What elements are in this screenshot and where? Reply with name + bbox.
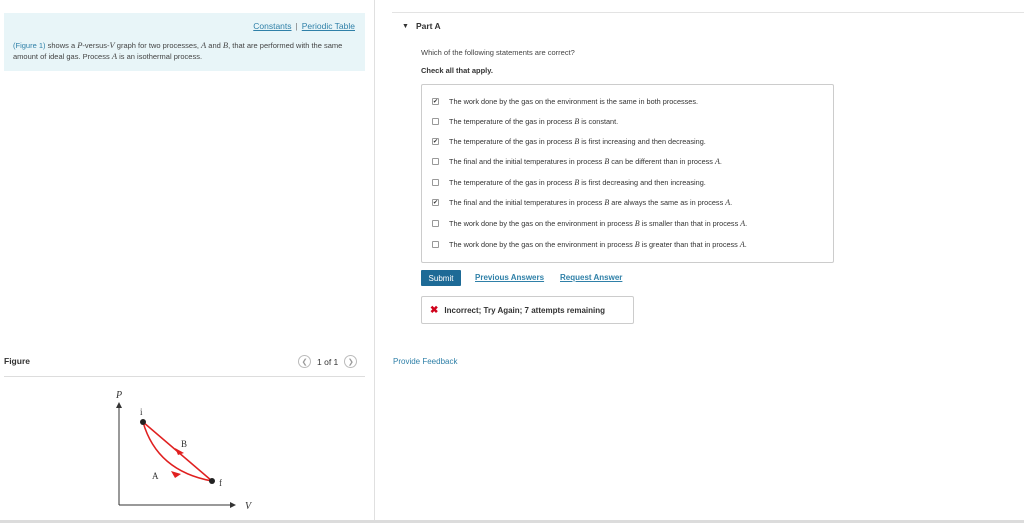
check-all-instruction: Check all that apply. xyxy=(421,66,493,75)
option-label: The temperature of the gas in process B … xyxy=(449,117,619,126)
left-panel: Constants | Periodic Table (Figure 1) show… xyxy=(0,0,374,523)
process-a-label: A xyxy=(152,471,159,481)
part-divider xyxy=(392,12,1024,13)
process-b-label: B xyxy=(181,439,187,449)
request-answer-link[interactable]: Request Answer xyxy=(560,273,622,282)
collapse-caret-icon[interactable]: ▼ xyxy=(402,23,409,30)
intro-text: (Figure 1) shows a P-versus-V graph for … xyxy=(13,40,358,62)
option-label: The final and the initial temperatures i… xyxy=(449,157,722,166)
option-label: The work done by the gas on the environm… xyxy=(449,240,747,249)
option-checkbox[interactable]: ✔ xyxy=(432,98,439,105)
error-x-icon: ✖ xyxy=(430,304,439,316)
process-a-arrow xyxy=(171,471,181,478)
pv-graph: P V i f B A xyxy=(115,390,253,512)
option-item[interactable]: The final and the initial temperatures i… xyxy=(432,157,722,166)
figure-header: Figure xyxy=(4,356,30,366)
provide-feedback-link[interactable]: Provide Feedback xyxy=(393,357,457,366)
option-label: The work done by the gas on the environm… xyxy=(449,97,699,106)
panel-divider xyxy=(374,0,375,523)
feedback-message: ✖ Incorrect; Try Again; 7 attempts remai… xyxy=(421,296,634,324)
pager-text: 1 of 1 xyxy=(317,356,339,367)
option-item[interactable]: ✔ The temperature of the gas in process … xyxy=(432,137,706,146)
figure-link[interactable]: (Figure 1) xyxy=(13,41,46,50)
option-label: The temperature of the gas in process B … xyxy=(449,137,706,146)
option-checkbox[interactable]: ✔ xyxy=(432,199,439,206)
answer-options: ✔ The work done by the gas on the enviro… xyxy=(421,84,834,263)
next-figure-button[interactable]: ❯ xyxy=(344,355,358,368)
part-title: Part A xyxy=(415,21,441,31)
option-checkbox[interactable] xyxy=(432,220,439,227)
figure-divider xyxy=(4,376,365,377)
option-checkbox[interactable] xyxy=(432,118,439,125)
intro-seg: graph for two processes, xyxy=(114,41,201,50)
reference-links: Constants | Periodic Table xyxy=(253,21,355,31)
prev-figure-button[interactable]: ❮ xyxy=(298,355,311,368)
intro-seg: and xyxy=(206,41,223,50)
intro-seg: -versus- xyxy=(82,41,110,50)
option-item[interactable]: ✔ The work done by the gas on the enviro… xyxy=(432,97,698,106)
feedback-text: Incorrect; Try Again; 7 attempts remaini… xyxy=(444,305,606,315)
submit-button[interactable]: Submit xyxy=(421,270,461,286)
option-item[interactable]: The temperature of the gas in process B … xyxy=(432,117,618,126)
option-label: The work done by the gas on the environm… xyxy=(449,219,748,228)
p-axis-label: P xyxy=(115,390,122,401)
final-label: f xyxy=(219,478,222,488)
option-item[interactable]: ✔ The final and the initial temperatures… xyxy=(432,198,732,207)
part-a-header[interactable]: ▼ Part A xyxy=(402,21,441,31)
option-item[interactable]: The temperature of the gas in process B … xyxy=(432,178,706,187)
option-checkbox[interactable] xyxy=(432,179,439,186)
previous-answers-link[interactable]: Previous Answers xyxy=(475,273,544,282)
final-point xyxy=(209,478,215,484)
option-checkbox[interactable]: ✔ xyxy=(432,138,439,145)
intro-seg: is an isothermal process. xyxy=(117,52,203,61)
initial-label: i xyxy=(140,407,143,417)
option-checkbox[interactable] xyxy=(432,158,439,165)
intro-box: Constants | Periodic Table (Figure 1) show… xyxy=(4,13,365,71)
option-checkbox[interactable] xyxy=(432,241,439,248)
v-axis-label: V xyxy=(245,501,253,512)
option-item[interactable]: The work done by the gas on the environm… xyxy=(432,240,747,249)
link-separator: | xyxy=(295,21,298,31)
initial-point xyxy=(140,419,146,425)
periodic-table-link[interactable]: Periodic Table xyxy=(302,21,355,31)
option-item[interactable]: The work done by the gas on the environm… xyxy=(432,219,747,228)
question-text: Which of the following statements are co… xyxy=(421,48,575,57)
intro-seg: shows a xyxy=(45,41,78,50)
option-label: The final and the initial temperatures i… xyxy=(449,198,733,207)
constants-link[interactable]: Constants xyxy=(253,21,291,31)
figure-pager: ❮ 1 of 1 ❯ xyxy=(298,355,358,368)
option-label: The temperature of the gas in process B … xyxy=(449,178,706,187)
